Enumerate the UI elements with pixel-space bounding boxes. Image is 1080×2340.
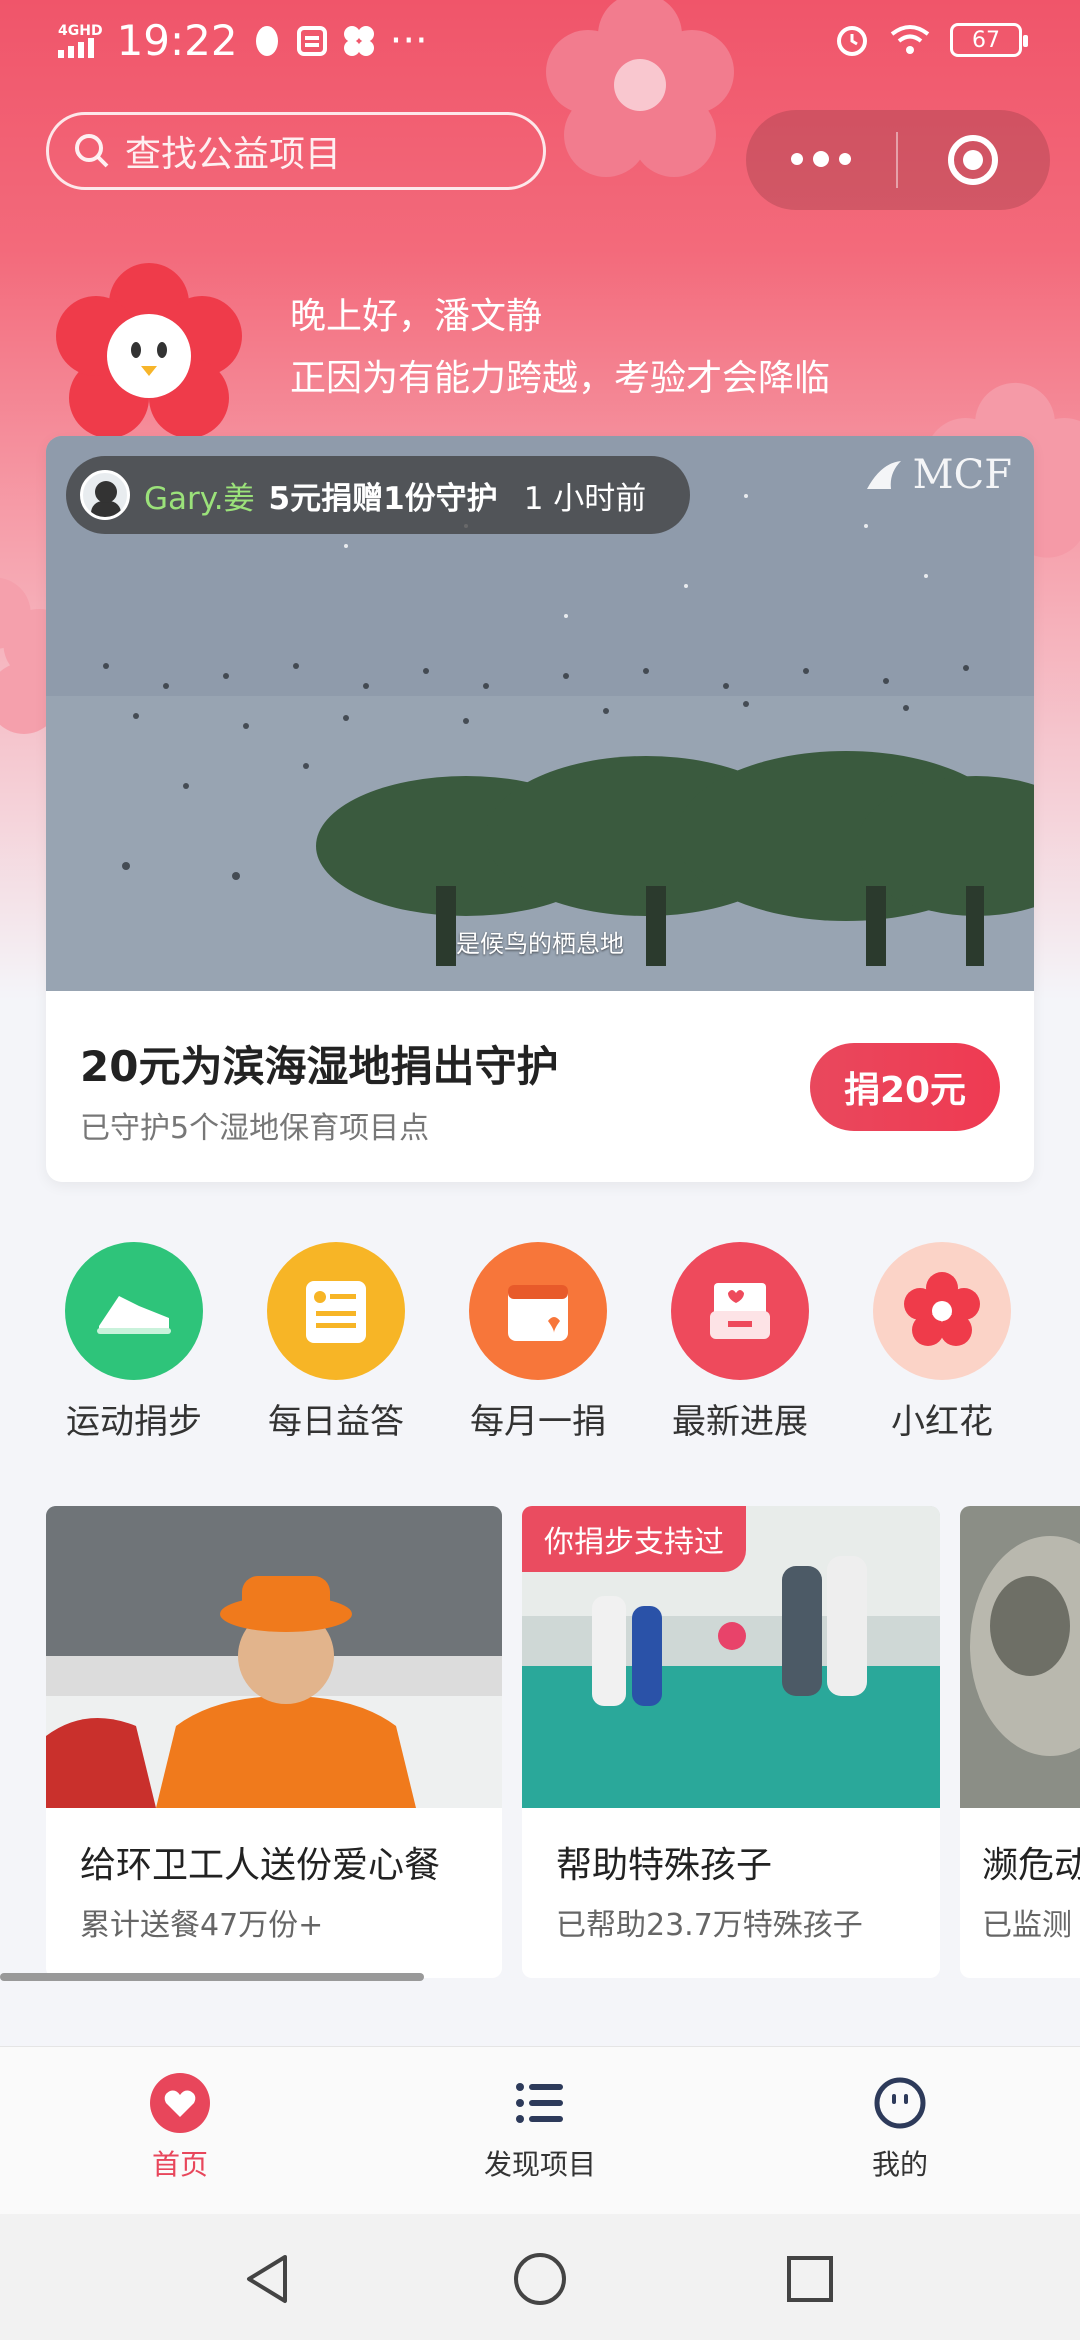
tab-discover[interactable]: 发现项目 [430, 2047, 650, 2215]
carousel-scroll-indicator [0, 1973, 424, 1981]
donor-time: 1 小时前 [523, 480, 647, 517]
project-title: 濒危动 [982, 1845, 1080, 1886]
featured-title: 20元为滨海湿地捐出守护 [80, 1042, 559, 1091]
calendar-heart-icon [469, 1242, 607, 1380]
shortcut-latest-progress[interactable]: 最新进展 [650, 1242, 830, 1443]
alarm-icon [837, 26, 867, 56]
tab-mine[interactable]: 我的 [790, 2047, 1010, 2215]
mcf-logo-text: MCF [912, 452, 1012, 498]
project-image-special-children: 你捐步支持过 [522, 1506, 940, 1808]
swan-logo-icon [866, 461, 901, 489]
quiz-card-icon [267, 1242, 405, 1380]
mascot-flower-icon [56, 263, 242, 438]
system-navigation-bar [0, 2214, 1080, 2340]
shortcut-label: 运动捐步 [66, 1402, 202, 1442]
red-flower-icon [873, 1242, 1011, 1380]
shortcut-step-donation[interactable]: 运动捐步 [44, 1242, 224, 1443]
project-title: 帮助特殊孩子 [556, 1845, 773, 1886]
sneaker-icon [65, 1242, 203, 1380]
mcf-logo: MCF [861, 452, 1012, 498]
donor-avatar [80, 470, 130, 520]
tab-label: 我的 [871, 2148, 928, 2181]
back-button[interactable] [232, 2244, 302, 2314]
recents-square-icon [787, 2256, 833, 2302]
donor-name: Gary.姜 [144, 480, 255, 517]
wifi-icon [890, 25, 930, 54]
greeting: 晚上好，潘文静 正因为有能力跨越，考验才会降临 [290, 286, 830, 410]
list-icon [508, 2071, 572, 2135]
tab-label: 首页 [151, 2148, 208, 2181]
greeting-line-1: 晚上好，潘文静 [290, 296, 543, 337]
project-card[interactable]: 给环卫工人送份爱心餐 累计送餐47万份+ [46, 1506, 502, 1978]
project-card[interactable]: 你捐步支持过 帮助特殊孩子 已帮助23.7万特殊孩子 [522, 1506, 940, 1978]
project-subtitle: 已帮助23.7万特殊孩子 [556, 1908, 863, 1943]
search-icon [75, 134, 109, 168]
project-subtitle: 累计送餐47万份+ [80, 1908, 324, 1943]
miniprogram-capsule [746, 110, 1050, 210]
profile-face-icon [868, 2071, 932, 2135]
penguin-icon [255, 25, 278, 56]
greeting-line-2: 正因为有能力跨越，考验才会降临 [290, 358, 831, 399]
battery-level: 67 [972, 27, 1000, 53]
search-placeholder: 查找公益项目 [125, 134, 342, 175]
battery-icon: 67 [950, 23, 1028, 57]
tab-home[interactable]: 首页 [70, 2047, 290, 2215]
project-card[interactable]: 濒危动 已监测 [960, 1506, 1080, 1978]
featured-card-info: 20元为滨海湿地捐出守护 已守护5个湿地保育项目点 捐20元 [46, 991, 1034, 1182]
recent-donor-banner: Gary.姜 5元捐赠1份守护 1 小时前 [66, 456, 690, 534]
featured-video[interactable]: Gary.姜 5元捐赠1份守护 1 小时前 MCF 是候鸟的栖息地 [46, 436, 1034, 991]
target-icon [948, 135, 998, 185]
featured-project-card[interactable]: Gary.姜 5元捐赠1份守护 1 小时前 MCF 是候鸟的栖息地 20元为滨海… [46, 436, 1034, 1182]
featured-subtitle: 已守护5个湿地保育项目点 [80, 1111, 430, 1146]
video-caption: 是候鸟的栖息地 [456, 930, 624, 958]
shortcut-label: 每日益答 [268, 1402, 404, 1442]
home-circle-icon [514, 2253, 566, 2305]
supported-badge: 你捐步支持过 [522, 1506, 746, 1572]
shortcut-label: 每月一捐 [470, 1402, 606, 1442]
shortcut-row: 运动捐步 每日益答 每月一捐 最新进展 小红花 [0, 1242, 1080, 1442]
shortcut-monthly-donation[interactable]: 每月一捐 [448, 1242, 628, 1443]
search-input[interactable]: 查找公益项目 [46, 112, 546, 190]
bottom-tab-bar: 首页 发现项目 我的 [0, 2046, 1080, 2214]
pinwheel-icon [343, 25, 374, 56]
back-triangle-icon [247, 2255, 287, 2303]
project-image-sanitation-worker [46, 1506, 502, 1808]
donor-action: 5元捐赠1份守护 [268, 480, 498, 517]
shortcut-label: 最新进展 [672, 1402, 808, 1442]
signal-icon: 4GHD [58, 24, 103, 58]
status-more: ··· [389, 17, 428, 64]
project-image-endangered-animal [960, 1506, 1080, 1808]
shortcut-red-flower[interactable]: 小红花 [852, 1242, 1032, 1443]
close-miniprogram-button[interactable] [898, 132, 1048, 188]
recents-button[interactable] [775, 2244, 845, 2314]
inbox-heart-icon [671, 1242, 809, 1380]
donate-button[interactable]: 捐20元 [810, 1043, 1000, 1131]
network-type: 4GHD [58, 22, 103, 39]
status-bar: 4GHD 19:22 ··· 67 [0, 0, 1080, 84]
shortcut-daily-quiz[interactable]: 每日益答 [246, 1242, 426, 1443]
project-subtitle: 已监测 [982, 1908, 1072, 1943]
status-time: 19:22 [116, 16, 238, 65]
more-options-button[interactable] [746, 151, 896, 167]
project-title: 给环卫工人送份爱心餐 [80, 1845, 441, 1886]
shortcut-label: 小红花 [891, 1402, 993, 1442]
sim-card-icon [296, 25, 327, 56]
project-carousel[interactable]: 给环卫工人送份爱心餐 累计送餐47万份+ 你捐步支持过 帮助特殊孩子 已帮助23… [46, 1506, 1080, 1978]
home-heart-icon [148, 2071, 212, 2135]
tab-label: 发现项目 [483, 2148, 596, 2181]
home-button[interactable] [505, 2244, 575, 2314]
